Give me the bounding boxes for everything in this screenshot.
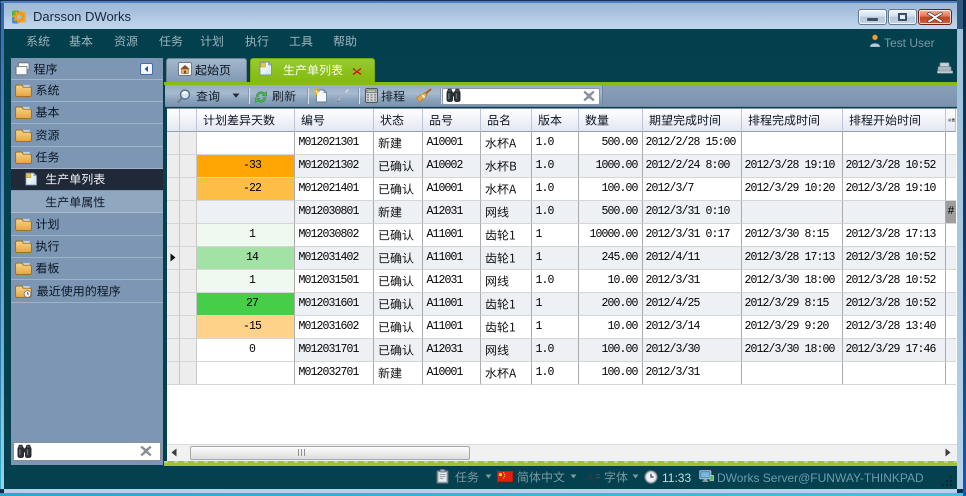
- svg-text:A: A: [586, 473, 594, 484]
